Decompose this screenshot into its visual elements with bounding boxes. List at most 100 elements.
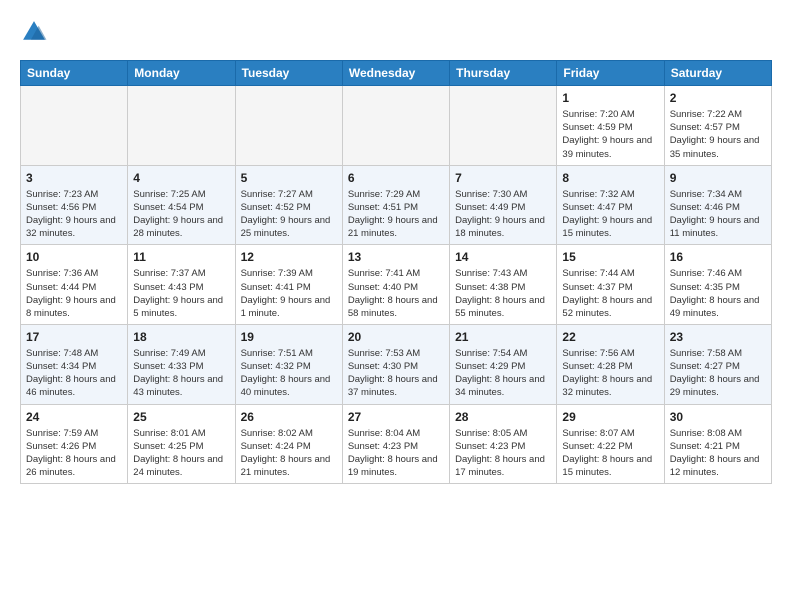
week-row-3: 10 Sunrise: 7:36 AM Sunset: 4:44 PM Dayli… xyxy=(21,245,772,325)
day-info: Sunrise: 7:34 AM Sunset: 4:46 PM Dayligh… xyxy=(670,188,766,240)
calendar-cell: 2Sunrise: 7:22 AM Sunset: 4:57 PM Daylig… xyxy=(664,86,771,166)
day-number: 15 xyxy=(562,249,658,265)
calendar-cell: 10 Sunrise: 7:36 AM Sunset: 4:44 PM Dayli… xyxy=(21,245,128,325)
day-number: 17 xyxy=(26,329,122,345)
calendar-cell: 7 Sunrise: 7:30 AM Sunset: 4:49 PM Daylig… xyxy=(450,165,557,245)
day-info: Sunrise: 7:59 AM Sunset: 4:26 PM Dayligh… xyxy=(26,427,122,479)
day-number: 10 xyxy=(26,249,122,265)
day-number: 25 xyxy=(133,409,229,425)
calendar-cell: 15 Sunrise: 7:44 AM Sunset: 4:37 PM Dayli… xyxy=(557,245,664,325)
calendar-cell xyxy=(235,86,342,166)
calendar-cell xyxy=(342,86,449,166)
day-info: Sunrise: 7:44 AM Sunset: 4:37 PM Dayligh… xyxy=(562,267,658,319)
day-number: 3 xyxy=(26,170,122,186)
day-info: Sunrise: 7:30 AM Sunset: 4:49 PM Dayligh… xyxy=(455,188,551,240)
weekday-header-row: SundayMondayTuesdayWednesdayThursdayFrid… xyxy=(21,61,772,86)
calendar-cell: 6Sunrise: 7:29 AM Sunset: 4:51 PM Daylig… xyxy=(342,165,449,245)
calendar-cell xyxy=(21,86,128,166)
logo xyxy=(20,18,52,46)
calendar-cell: 8 Sunrise: 7:32 AM Sunset: 4:47 PM Daylig… xyxy=(557,165,664,245)
day-info: Sunrise: 8:02 AM Sunset: 4:24 PM Dayligh… xyxy=(241,427,337,479)
day-info: Sunrise: 7:43 AM Sunset: 4:38 PM Dayligh… xyxy=(455,267,551,319)
day-number: 9 xyxy=(670,170,766,186)
day-info: Sunrise: 7:29 AM Sunset: 4:51 PM Dayligh… xyxy=(348,188,444,240)
calendar-cell: 16Sunrise: 7:46 AM Sunset: 4:35 PM Dayli… xyxy=(664,245,771,325)
day-number: 4 xyxy=(133,170,229,186)
weekday-header-tuesday: Tuesday xyxy=(235,61,342,86)
week-row-4: 17Sunrise: 7:48 AM Sunset: 4:34 PM Dayli… xyxy=(21,324,772,404)
calendar-table: SundayMondayTuesdayWednesdayThursdayFrid… xyxy=(20,60,772,484)
day-info: Sunrise: 7:20 AM Sunset: 4:59 PM Dayligh… xyxy=(562,108,658,160)
day-number: 30 xyxy=(670,409,766,425)
calendar-cell: 17Sunrise: 7:48 AM Sunset: 4:34 PM Dayli… xyxy=(21,324,128,404)
day-number: 24 xyxy=(26,409,122,425)
day-number: 16 xyxy=(670,249,766,265)
calendar-cell: 11 Sunrise: 7:37 AM Sunset: 4:43 PM Dayli… xyxy=(128,245,235,325)
weekday-header-sunday: Sunday xyxy=(21,61,128,86)
day-info: Sunrise: 7:51 AM Sunset: 4:32 PM Dayligh… xyxy=(241,347,337,399)
day-number: 19 xyxy=(241,329,337,345)
day-info: Sunrise: 8:04 AM Sunset: 4:23 PM Dayligh… xyxy=(348,427,444,479)
day-info: Sunrise: 7:54 AM Sunset: 4:29 PM Dayligh… xyxy=(455,347,551,399)
day-number: 22 xyxy=(562,329,658,345)
weekday-header-saturday: Saturday xyxy=(664,61,771,86)
calendar-cell: 24 Sunrise: 7:59 AM Sunset: 4:26 PM Dayli… xyxy=(21,404,128,484)
day-number: 14 xyxy=(455,249,551,265)
day-info: Sunrise: 7:56 AM Sunset: 4:28 PM Dayligh… xyxy=(562,347,658,399)
day-info: Sunrise: 7:49 AM Sunset: 4:33 PM Dayligh… xyxy=(133,347,229,399)
calendar-cell: 27Sunrise: 8:04 AM Sunset: 4:23 PM Dayli… xyxy=(342,404,449,484)
calendar-cell xyxy=(450,86,557,166)
day-info: Sunrise: 7:37 AM Sunset: 4:43 PM Dayligh… xyxy=(133,267,229,319)
day-number: 8 xyxy=(562,170,658,186)
day-number: 29 xyxy=(562,409,658,425)
calendar-cell xyxy=(128,86,235,166)
day-info: Sunrise: 8:05 AM Sunset: 4:23 PM Dayligh… xyxy=(455,427,551,479)
calendar-cell: 21 Sunrise: 7:54 AM Sunset: 4:29 PM Dayli… xyxy=(450,324,557,404)
day-number: 7 xyxy=(455,170,551,186)
calendar-cell: 1 Sunrise: 7:20 AM Sunset: 4:59 PM Daylig… xyxy=(557,86,664,166)
day-number: 12 xyxy=(241,249,337,265)
logo-icon xyxy=(20,18,48,46)
weekday-header-friday: Friday xyxy=(557,61,664,86)
calendar-cell: 23 Sunrise: 7:58 AM Sunset: 4:27 PM Dayli… xyxy=(664,324,771,404)
day-info: Sunrise: 8:07 AM Sunset: 4:22 PM Dayligh… xyxy=(562,427,658,479)
calendar-cell: 26Sunrise: 8:02 AM Sunset: 4:24 PM Dayli… xyxy=(235,404,342,484)
day-info: Sunrise: 7:25 AM Sunset: 4:54 PM Dayligh… xyxy=(133,188,229,240)
day-info: Sunrise: 8:01 AM Sunset: 4:25 PM Dayligh… xyxy=(133,427,229,479)
calendar-cell: 5Sunrise: 7:27 AM Sunset: 4:52 PM Daylig… xyxy=(235,165,342,245)
week-row-1: 1 Sunrise: 7:20 AM Sunset: 4:59 PM Daylig… xyxy=(21,86,772,166)
weekday-header-wednesday: Wednesday xyxy=(342,61,449,86)
calendar-cell: 30 Sunrise: 8:08 AM Sunset: 4:21 PM Dayli… xyxy=(664,404,771,484)
calendar-cell: 25 Sunrise: 8:01 AM Sunset: 4:25 PM Dayli… xyxy=(128,404,235,484)
calendar-cell: 20Sunrise: 7:53 AM Sunset: 4:30 PM Dayli… xyxy=(342,324,449,404)
calendar-cell: 19 Sunrise: 7:51 AM Sunset: 4:32 PM Dayli… xyxy=(235,324,342,404)
day-info: Sunrise: 7:58 AM Sunset: 4:27 PM Dayligh… xyxy=(670,347,766,399)
calendar-cell: 13 Sunrise: 7:41 AM Sunset: 4:40 PM Dayli… xyxy=(342,245,449,325)
week-row-2: 3 Sunrise: 7:23 AM Sunset: 4:56 PM Daylig… xyxy=(21,165,772,245)
day-number: 20 xyxy=(348,329,444,345)
calendar-cell: 29 Sunrise: 8:07 AM Sunset: 4:22 PM Dayli… xyxy=(557,404,664,484)
calendar-cell: 28Sunrise: 8:05 AM Sunset: 4:23 PM Dayli… xyxy=(450,404,557,484)
calendar-cell: 9 Sunrise: 7:34 AM Sunset: 4:46 PM Daylig… xyxy=(664,165,771,245)
day-info: Sunrise: 7:32 AM Sunset: 4:47 PM Dayligh… xyxy=(562,188,658,240)
calendar-cell: 4 Sunrise: 7:25 AM Sunset: 4:54 PM Daylig… xyxy=(128,165,235,245)
day-info: Sunrise: 7:27 AM Sunset: 4:52 PM Dayligh… xyxy=(241,188,337,240)
page: SundayMondayTuesdayWednesdayThursdayFrid… xyxy=(0,0,792,496)
day-info: Sunrise: 7:39 AM Sunset: 4:41 PM Dayligh… xyxy=(241,267,337,319)
day-number: 1 xyxy=(562,90,658,106)
header xyxy=(20,18,772,46)
day-number: 13 xyxy=(348,249,444,265)
weekday-header-thursday: Thursday xyxy=(450,61,557,86)
day-number: 23 xyxy=(670,329,766,345)
day-number: 21 xyxy=(455,329,551,345)
day-number: 11 xyxy=(133,249,229,265)
day-info: Sunrise: 7:23 AM Sunset: 4:56 PM Dayligh… xyxy=(26,188,122,240)
calendar-cell: 3 Sunrise: 7:23 AM Sunset: 4:56 PM Daylig… xyxy=(21,165,128,245)
weekday-header-monday: Monday xyxy=(128,61,235,86)
week-row-5: 24 Sunrise: 7:59 AM Sunset: 4:26 PM Dayli… xyxy=(21,404,772,484)
day-info: Sunrise: 7:36 AM Sunset: 4:44 PM Dayligh… xyxy=(26,267,122,319)
day-info: Sunrise: 8:08 AM Sunset: 4:21 PM Dayligh… xyxy=(670,427,766,479)
day-number: 18 xyxy=(133,329,229,345)
day-info: Sunrise: 7:41 AM Sunset: 4:40 PM Dayligh… xyxy=(348,267,444,319)
day-number: 2 xyxy=(670,90,766,106)
